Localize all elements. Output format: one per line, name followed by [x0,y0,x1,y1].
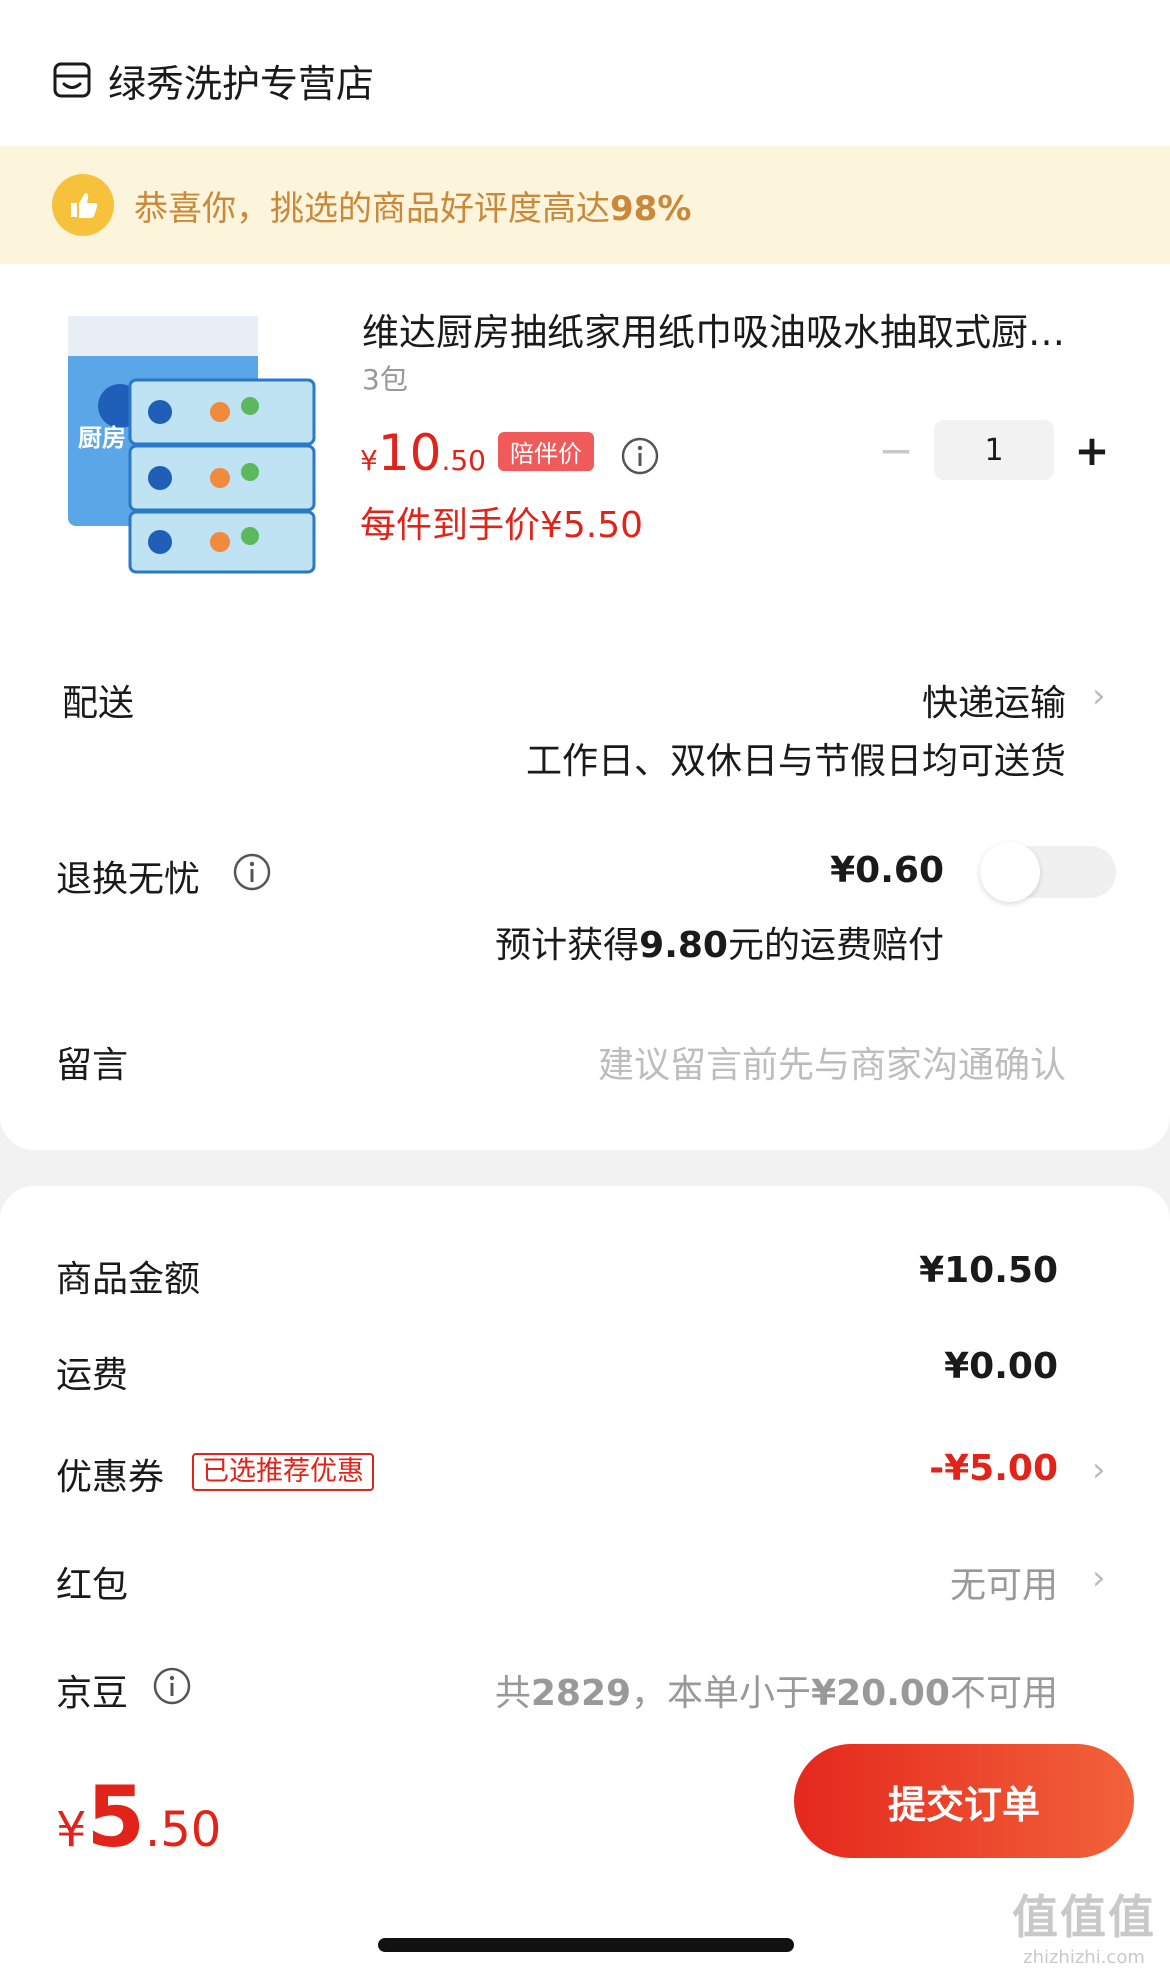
product-image[interactable]: 厨房 [60,306,322,578]
goods-amount-label: 商品金额 [56,1259,201,1300]
product-title[interactable]: 维达厨房抽纸家用纸巾吸油吸水抽取式厨… [362,302,1122,356]
price-symbol: ¥ [360,444,378,477]
chevron-right-icon[interactable]: › [1092,1558,1106,1598]
jd-bean-label: 京豆 [56,1673,129,1714]
delivery-method[interactable]: 快递运输 [922,674,1066,726]
delivery-note: 工作日、双休日与节假日均可送货 [525,741,1066,782]
return-price: ¥0.60 [830,850,944,891]
message-label: 留言 [56,1045,129,1086]
product-spec: 3包 [362,363,408,396]
return-info-icon[interactable] [232,852,272,892]
order-card: 绿秀洗护专营店 恭喜你，挑选的商品好评度高达98% 厨房 维达厨房抽纸家用纸巾吸… [0,0,1170,1150]
quantity-stepper: − 1 + [876,420,1112,480]
quantity-input[interactable]: 1 [934,420,1054,480]
price-integer: 10 [377,424,442,482]
jd-bean-value: 共2829，本单小于¥20.00不可用 [494,1673,1058,1714]
thumbs-up-icon [52,174,114,236]
banner-message: 恭喜你，挑选的商品好评度高达 [134,188,610,229]
price-tag: 陪伴价 [497,432,594,471]
store-header[interactable]: 绿秀洗护专营店 [52,52,374,108]
watermark: 值值值 zhizhizhi.com [1012,1890,1156,1968]
store-name: 绿秀洗护专营店 [108,61,375,106]
price-decimal: .50 [441,444,486,477]
chevron-right-icon[interactable]: › [1092,676,1106,716]
shipping-label: 运费 [56,1355,129,1396]
return-note: 预计获得9.80元的运费赔付 [495,925,944,966]
total-price: ¥ 5 .50 [56,1768,222,1866]
coupon-tag: 已选推荐优惠 [192,1453,374,1491]
product-image-text: 厨房 [78,424,126,452]
minus-icon[interactable]: − [876,426,916,475]
goods-amount-value: ¥10.50 [919,1250,1058,1291]
price-info-icon[interactable] [620,436,660,476]
rating-banner: 恭喜你，挑选的商品好评度高达98% [0,146,1170,264]
store-icon [53,62,91,98]
coupon-label: 优惠券 [56,1457,165,1498]
return-label: 退换无忧 [56,859,201,900]
delivery-label: 配送 [62,683,135,724]
toggle-knob [980,842,1040,902]
home-indicator [378,1938,794,1952]
return-toggle[interactable] [980,842,1116,902]
plus-icon[interactable]: + [1072,426,1112,475]
submit-order-button[interactable]: 提交订单 [794,1744,1134,1858]
product-price: ¥ 10 .50 陪伴价 [360,424,594,484]
banner-percent: 98% [610,188,692,229]
jd-bean-info-icon[interactable] [152,1666,192,1706]
message-input[interactable]: 建议留言前先与商家沟通确认 [598,1036,1066,1088]
shipping-value: ¥0.00 [944,1346,1058,1387]
redpacket-label: 红包 [56,1565,129,1606]
coupon-value[interactable]: -¥5.00 [929,1448,1058,1489]
per-item-price: 每件到手价¥5.50 [360,505,644,546]
redpacket-value[interactable]: 无可用 [950,1556,1058,1608]
chevron-right-icon[interactable]: › [1092,1450,1106,1490]
